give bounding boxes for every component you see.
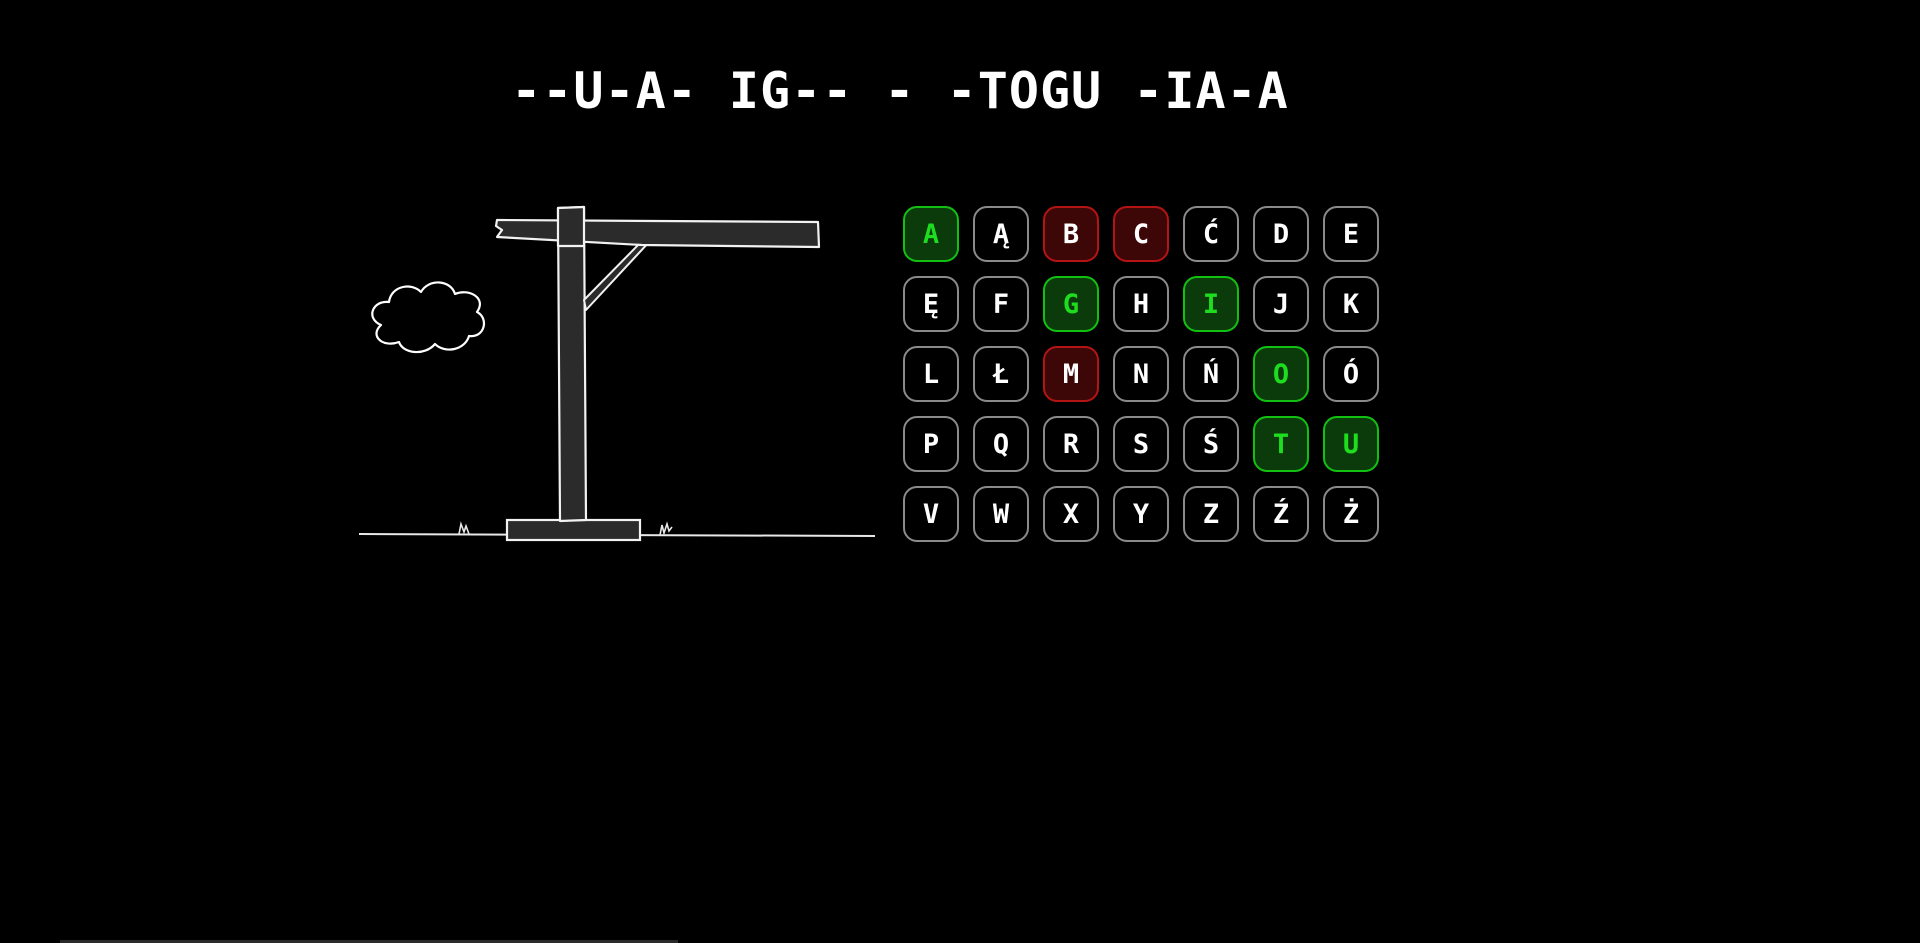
hangman-drawing <box>358 205 875 542</box>
letter-key-V[interactable]: V <box>903 486 959 542</box>
letter-key-C[interactable]: C <box>1113 206 1169 262</box>
letter-key-K[interactable]: K <box>1323 276 1379 332</box>
letter-key-E[interactable]: E <box>1323 206 1379 262</box>
letter-key-M[interactable]: M <box>1043 346 1099 402</box>
letter-keyboard: AĄBCĆDE ĘFGHIJK LŁMNŃOÓ PQRSŚTU VWXYZŹŻ <box>903 206 1379 542</box>
letter-key-Y[interactable]: Y <box>1113 486 1169 542</box>
letter-key-H[interactable]: H <box>1113 276 1169 332</box>
gallows-beam <box>494 218 821 249</box>
letter-key-U[interactable]: U <box>1323 416 1379 472</box>
letter-key-G[interactable]: G <box>1043 276 1099 332</box>
grass-tuft <box>458 521 470 535</box>
letter-key-F[interactable]: F <box>973 276 1029 332</box>
letter-key-J[interactable]: J <box>1253 276 1309 332</box>
grass-tuft <box>659 521 673 536</box>
letter-key-Ą[interactable]: Ą <box>973 206 1029 262</box>
letter-key-Ę[interactable]: Ę <box>903 276 959 332</box>
gallows-base <box>505 518 642 542</box>
letter-key-Ż[interactable]: Ż <box>1323 486 1379 542</box>
letter-key-O[interactable]: O <box>1253 346 1309 402</box>
letter-key-Ń[interactable]: Ń <box>1183 346 1239 402</box>
letter-key-Ź[interactable]: Ź <box>1253 486 1309 542</box>
letter-key-Ś[interactable]: Ś <box>1183 416 1239 472</box>
letter-key-Z[interactable]: Z <box>1183 486 1239 542</box>
letter-key-L[interactable]: L <box>903 346 959 402</box>
letter-key-Ó[interactable]: Ó <box>1323 346 1379 402</box>
letter-key-Ł[interactable]: Ł <box>973 346 1029 402</box>
letter-key-Q[interactable]: Q <box>973 416 1029 472</box>
game-screen: --U-A- IG-- - -TOGU -IA-A AĄBCĆDE ĘFGHIJK… <box>0 0 1920 943</box>
gallows-post <box>556 205 588 523</box>
letter-key-D[interactable]: D <box>1253 206 1309 262</box>
puzzle-phrase: --U-A- IG-- - -TOGU -IA-A <box>511 62 1289 120</box>
letter-key-A[interactable]: A <box>903 206 959 262</box>
letter-key-I[interactable]: I <box>1183 276 1239 332</box>
letter-key-N[interactable]: N <box>1113 346 1169 402</box>
gallows-brace <box>583 239 652 311</box>
cloud-icon <box>371 281 486 354</box>
letter-key-P[interactable]: P <box>903 416 959 472</box>
letter-key-W[interactable]: W <box>973 486 1029 542</box>
letter-key-T[interactable]: T <box>1253 416 1309 472</box>
letter-key-X[interactable]: X <box>1043 486 1099 542</box>
letter-key-Ć[interactable]: Ć <box>1183 206 1239 262</box>
letter-key-S[interactable]: S <box>1113 416 1169 472</box>
letter-key-B[interactable]: B <box>1043 206 1099 262</box>
letter-key-R[interactable]: R <box>1043 416 1099 472</box>
